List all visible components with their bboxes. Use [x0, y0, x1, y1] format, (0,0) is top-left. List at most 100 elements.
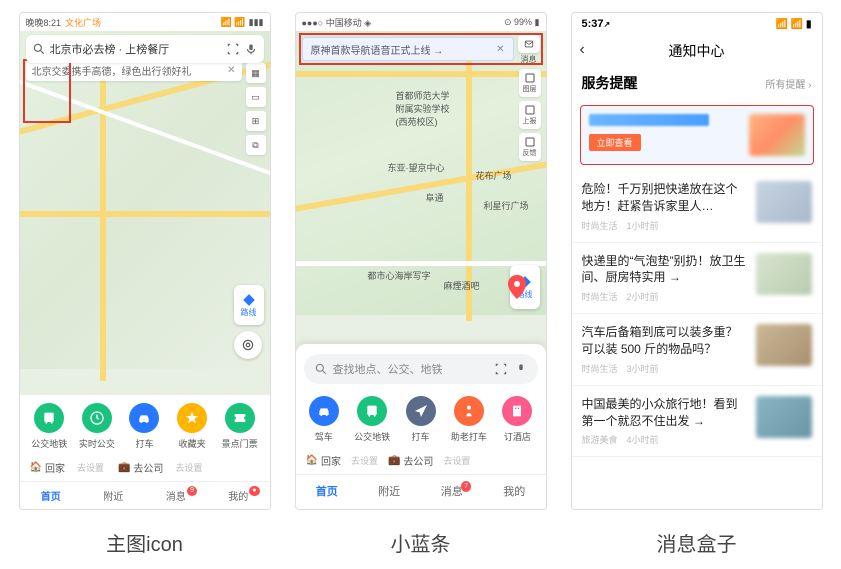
set-home[interactable]: 去设置 — [351, 454, 378, 467]
map-poi[interactable]: 首都师范大学附属实验学校(西苑校区) — [396, 89, 450, 128]
tab-附近[interactable]: 附近 — [358, 483, 421, 499]
tool-layers[interactable]: ▦ — [246, 63, 266, 83]
item-meta: 时尚生活 1小时前 — [582, 219, 748, 232]
search-placeholder: 查找地点、公交、地铁 — [333, 361, 443, 377]
bus-icon — [357, 396, 387, 426]
quick-action-label: 助老打车 — [451, 430, 487, 443]
view-now-button[interactable]: 立即查看 — [589, 134, 641, 151]
map-poi[interactable]: 东亚·望京中心 — [388, 161, 445, 174]
go-home[interactable]: 🏠 回家 — [306, 453, 341, 468]
map-side-tools: ▦ ▭ ⊞ ⧉ — [246, 63, 266, 155]
quick-action-公交地铁[interactable]: 公交地铁 — [348, 396, 396, 443]
back-button[interactable]: ‹ — [580, 41, 585, 59]
map-poi[interactable]: 利星行广场 — [484, 199, 529, 212]
bottom-sheet: 查找地点、公交、地铁 驾车公交地铁打车助老打车订酒店 🏠 回家 去设置 💼 去公… — [296, 344, 546, 509]
search-bar[interactable]: 查找地点、公交、地铁 — [304, 354, 538, 384]
location-pin-icon — [508, 275, 526, 299]
tab-我的[interactable]: 我的● — [207, 488, 270, 503]
go-home[interactable]: 🏠 回家 — [30, 460, 65, 475]
item-meta: 时尚生活 3小时前 — [582, 362, 748, 375]
map-poi[interactable]: 都市心海岸写字 — [368, 269, 431, 282]
quick-action-label: 景点门票 — [222, 437, 258, 450]
message-icon — [523, 39, 535, 49]
tool-4[interactable]: ⧉ — [246, 135, 266, 155]
map-poi[interactable]: 阜通 — [426, 191, 444, 204]
map-poi[interactable]: 花布广场 — [476, 169, 512, 182]
quick-action-公交地铁[interactable]: 公交地铁 — [26, 403, 74, 450]
tab-我的[interactable]: 我的 — [483, 483, 546, 499]
bus-icon — [34, 403, 64, 433]
notification-item[interactable]: 中国最美的小众旅行地！看到第一个就忍不住出发 → 旅游美食 4小时前 — [572, 386, 822, 458]
go-work[interactable]: 💼 去公司 — [388, 453, 433, 468]
quick-action-订酒店[interactable]: 订酒店 — [493, 396, 541, 443]
map-canvas[interactable]: 首都师范大学附属实验学校(西苑校区) 阜通 花布广场利星行广场 东亚·望京中心都市心海… — [296, 31, 546, 315]
voice-icon[interactable] — [514, 362, 528, 376]
quick-action-景点门票[interactable]: 景点门票 — [216, 403, 264, 450]
caption-2: 小蓝条 — [391, 528, 451, 557]
status-bar: ●●●○ 中国移动 ◈ ⊙ 99% ▮ — [296, 13, 546, 31]
caption-1: 主图icon — [106, 528, 183, 557]
scan-icon[interactable] — [226, 42, 240, 56]
set-home[interactable]: 去设置 — [77, 461, 104, 474]
set-work[interactable]: 去设置 — [175, 461, 202, 474]
item-title: 危险！千万别把快递放在这个地方！赶紧告诉家里人… — [582, 181, 748, 215]
tab-附近[interactable]: 附近 — [82, 488, 145, 503]
locate-button[interactable] — [234, 331, 262, 359]
quick-action-label: 收藏夹 — [179, 437, 206, 450]
quick-action-助老打车[interactable]: 助老打车 — [445, 396, 493, 443]
quick-action-打车[interactable]: 打车 — [121, 403, 169, 450]
search-bar[interactable]: 北京市必去榜 · 上榜餐厅 — [26, 35, 264, 63]
set-work[interactable]: 去设置 — [443, 454, 470, 467]
notification-item[interactable]: 快递里的“气泡垫”别扔！放卫生间、厨房特实用 →时尚生活 2小时前 — [572, 243, 822, 315]
ticket-icon — [225, 403, 255, 433]
notification-item[interactable]: 危险！千万别把快递放在这个地方！赶紧告诉家里人… 时尚生活 1小时前 — [572, 171, 822, 243]
highlight-blue-bar — [299, 33, 543, 65]
item-title: 中国最美的小众旅行地！看到第一个就忍不住出发 → — [582, 396, 748, 430]
notification-item[interactable]: 汽车后备箱到底可以装多重？可以装 500 斤的物品吗？时尚生活 3小时前 — [572, 314, 822, 386]
all-tips-link[interactable]: 所有提醒 › — [765, 76, 811, 91]
tool-2[interactable]: ▭ — [246, 87, 266, 107]
status-right: 📶 📶 ▮ — [776, 19, 812, 30]
search-icon — [32, 42, 46, 56]
page-header: ‹ 通知中心 — [572, 35, 822, 67]
scan-icon[interactable] — [494, 362, 508, 376]
item-meta: 旅游美食 4小时前 — [582, 433, 748, 446]
close-icon[interactable]: ✕ — [227, 65, 235, 76]
featured-title-blurred — [589, 114, 709, 126]
tab-消息[interactable]: 消息9 — [145, 488, 208, 503]
status-right: 📶 📶 ▮▮▮ — [221, 17, 264, 28]
tab-消息[interactable]: 消息7 — [421, 483, 484, 499]
featured-card[interactable]: 立即查看 — [580, 105, 814, 165]
quick-action-打车[interactable]: 打车 — [396, 396, 444, 443]
tab-首页[interactable]: 首页 — [296, 483, 359, 499]
dot-badge: ● — [249, 486, 259, 496]
item-thumb — [756, 181, 812, 223]
caption-3: 消息盒子 — [657, 528, 737, 557]
home-work-row: 🏠 回家 去设置 💼 去公司 去设置 — [296, 447, 546, 474]
status-bar: 晚晚8:21 文化广场 📶 📶 ▮▮▮ — [20, 13, 270, 31]
quick-action-收藏夹[interactable]: 收藏夹 — [168, 403, 216, 450]
voice-icon[interactable] — [244, 42, 258, 56]
side-tool-图层[interactable]: 图层 — [519, 69, 541, 97]
go-work[interactable]: 💼 去公司 — [118, 460, 163, 475]
status-location: 文化广场 — [65, 16, 101, 29]
side-tool-上报[interactable]: 上报 — [519, 101, 541, 129]
highlight-main-icon — [23, 59, 71, 123]
message-entry[interactable]: 消息 — [517, 35, 541, 65]
page-title: 通知中心 — [669, 41, 725, 61]
status-time: 晚晚8:21 — [26, 16, 62, 29]
clock-icon — [82, 403, 112, 433]
map-poi[interactable]: 麻煙酒吧 — [444, 279, 480, 292]
route-button[interactable]: 路线 — [234, 285, 264, 325]
quick-action-驾车[interactable]: 驾车 — [300, 396, 348, 443]
locate-icon — [241, 338, 255, 352]
tab-首页[interactable]: 首页 — [20, 488, 83, 503]
item-title: 快递里的“气泡垫”别扔！放卫生间、厨房特实用 → — [582, 253, 748, 287]
search-icon — [314, 362, 328, 376]
tool-3[interactable]: ⊞ — [246, 111, 266, 131]
car-icon — [129, 403, 159, 433]
status-time: 5:37 — [582, 18, 604, 30]
screenshot-main-icon: 晚晚8:21 文化广场 📶 📶 ▮▮▮ 北京市必去榜 · 上榜餐厅 北京交委携手… — [19, 12, 271, 510]
side-tool-反馈[interactable]: 反馈 — [519, 133, 541, 161]
quick-action-实时公交[interactable]: 实时公交 — [73, 403, 121, 450]
